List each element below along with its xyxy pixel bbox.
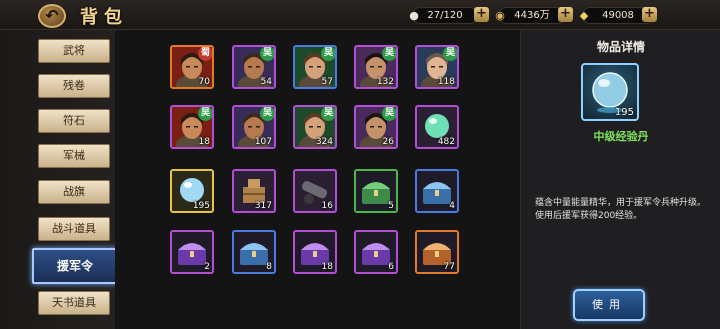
bag-capacity-icon: ● [409, 9, 419, 22]
bag-capacity-value: 27/120 [427, 10, 463, 21]
faction-badge: 吴 [198, 107, 212, 121]
item-count: 482 [437, 137, 455, 147]
faction-badge: 吴 [443, 47, 457, 61]
item-slot[interactable]: 吴 324 [293, 105, 337, 149]
item-count: 18 [321, 262, 333, 272]
tab-fragments[interactable]: 残卷 [38, 74, 110, 98]
item-count: 54 [260, 77, 272, 87]
item-count: 18 [198, 137, 210, 147]
gold-ingot-icon: ◆ [579, 9, 589, 22]
item-count: 77 [443, 262, 455, 272]
use-button[interactable]: 使用 [573, 289, 645, 321]
tab-runestones[interactable]: 符石 [38, 109, 110, 133]
item-slot[interactable]: 2 [170, 230, 214, 274]
item-detail-panel: 物品详情 195 中级经验丹 蕴含中量能量精华，用于援军令兵种升级。使用后援军获… [520, 30, 720, 329]
item-slot[interactable]: 4 [415, 169, 459, 213]
item-slot[interactable]: 吴 107 [232, 105, 276, 149]
item-slot[interactable]: 吴 26 [354, 105, 398, 149]
copper-value: 4436万 [514, 10, 550, 21]
tab-reinforcement-orders[interactable]: 援军令 [32, 248, 118, 284]
item-count: 107 [254, 137, 272, 147]
item-slot[interactable]: 吴 132 [354, 45, 398, 89]
faction-badge: 吴 [382, 107, 396, 121]
tab-equipment[interactable]: 军械 [38, 144, 110, 168]
item-slot[interactable]: 5 [354, 169, 398, 213]
faction-badge: 吴 [382, 47, 396, 61]
item-slot[interactable]: 77 [415, 230, 459, 274]
item-count: 8 [266, 262, 272, 272]
item-count: 132 [376, 77, 394, 87]
item-slot[interactable]: 482 [415, 105, 459, 149]
item-grid: 蜀 70 吴 54 吴 57 吴 132 吴 118 吴 18 吴 107 吴 … [115, 30, 520, 329]
item-slot[interactable]: 6 [354, 230, 398, 274]
tab-battle-items[interactable]: 战斗道具 [38, 217, 110, 241]
item-slot[interactable]: 18 [293, 230, 337, 274]
item-count: 317 [254, 201, 272, 211]
item-slot[interactable]: 16 [293, 169, 337, 213]
item-count: 2 [204, 262, 210, 272]
item-count: 57 [321, 77, 333, 87]
back-button[interactable]: ↶ [38, 4, 66, 28]
page-title: 背包 [80, 7, 128, 28]
item-slot[interactable]: 吴 54 [232, 45, 276, 89]
selected-item-description: 蕴含中量能量精华，用于援军令兵种升级。使用后援军获得200经验。 [535, 198, 707, 221]
bag-capacity-display: ● 27/120 [409, 7, 478, 24]
selected-item-name: 中级经验丹 [593, 130, 649, 143]
faction-badge: 吴 [260, 47, 274, 61]
tab-banners[interactable]: 战旗 [38, 180, 110, 204]
selected-item-icon: 195 [581, 63, 639, 121]
item-count: 5 [388, 201, 394, 211]
back-arrow-icon: ↶ [45, 6, 59, 25]
item-count: 70 [198, 77, 210, 87]
gold-value: 49008 [602, 10, 634, 21]
item-slot[interactable]: 8 [232, 230, 276, 274]
add-gold-button[interactable]: + [642, 7, 657, 22]
item-count: 195 [192, 201, 210, 211]
faction-badge: 吴 [321, 47, 335, 61]
detail-title: 物品详情 [596, 40, 645, 54]
item-count: 4 [449, 201, 455, 211]
faction-badge: 蜀 [198, 47, 212, 61]
item-count: 6 [388, 262, 394, 272]
copper-display: ◉ 4436万 [495, 7, 566, 24]
item-count: 118 [437, 77, 455, 87]
item-slot[interactable]: 317 [232, 169, 276, 213]
item-slot[interactable]: 蜀 70 [170, 45, 214, 89]
expand-bag-button[interactable]: + [474, 7, 489, 22]
add-copper-button[interactable]: + [558, 7, 573, 22]
item-slot[interactable]: 吴 118 [415, 45, 459, 89]
top-bar: ↶ 背包 ● 27/120 + ◉ 4436万 + ◆ 49008 + [0, 0, 720, 30]
copper-coin-icon: ◉ [495, 9, 505, 22]
selected-item-count: 195 [614, 107, 634, 118]
tab-generals[interactable]: 武将 [38, 39, 110, 63]
item-count: 26 [382, 137, 394, 147]
faction-badge: 吴 [260, 107, 274, 121]
tab-heavenly-book-items[interactable]: 天书道具 [38, 291, 110, 315]
faction-badge: 吴 [321, 107, 335, 121]
category-sidebar: 武将 残卷 符石 军械 战旗 战斗道具 援军令 天书道具 [0, 30, 118, 329]
item-slot[interactable]: 吴 18 [170, 105, 214, 149]
item-slot[interactable]: 吴 57 [293, 45, 337, 89]
item-slot[interactable]: 195 [170, 169, 214, 213]
item-count: 324 [315, 137, 333, 147]
item-count: 16 [321, 201, 333, 211]
